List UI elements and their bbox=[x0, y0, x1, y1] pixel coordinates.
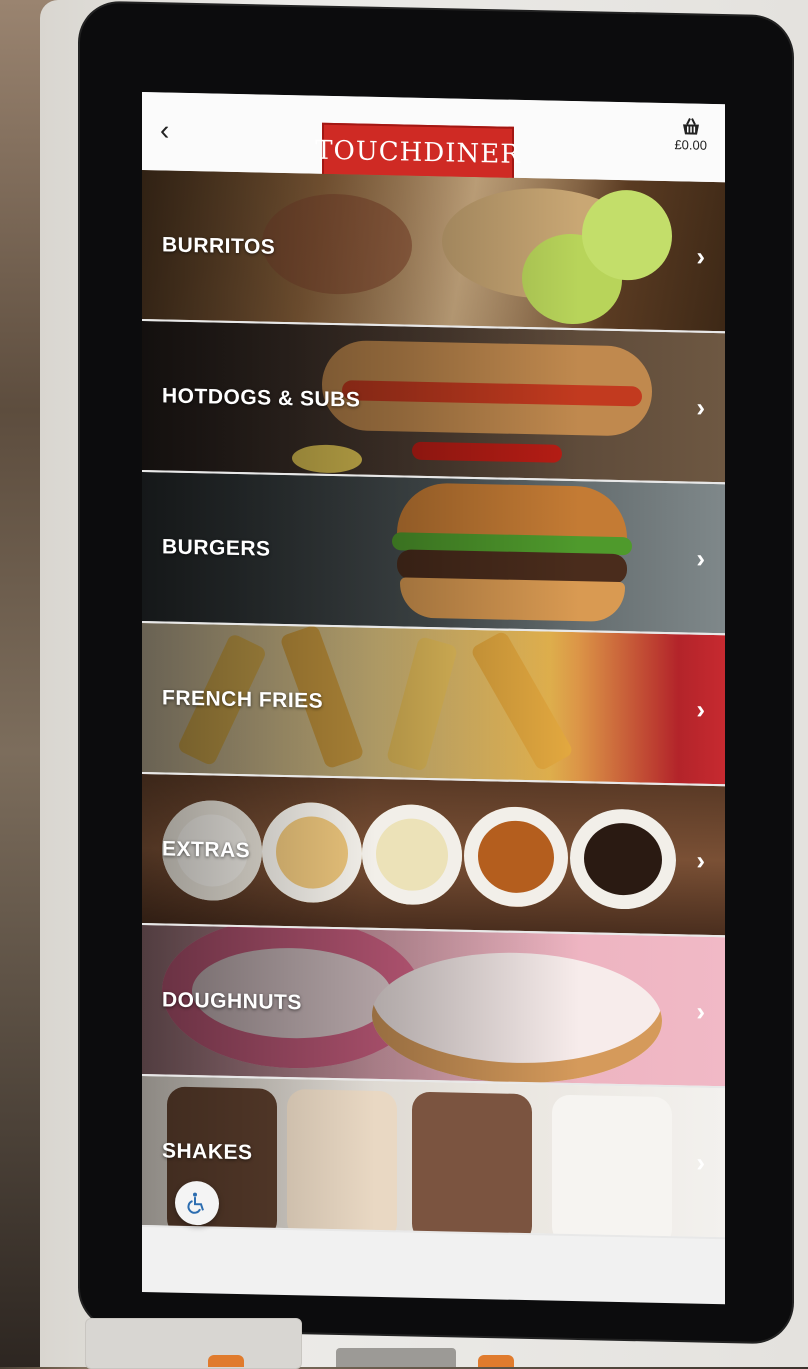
accessibility-button[interactable] bbox=[175, 1180, 219, 1226]
basket-button[interactable]: £0.00 bbox=[674, 117, 707, 153]
chevron-right-icon: › bbox=[696, 240, 705, 271]
category-french-fries[interactable]: FRENCH FRIES › bbox=[142, 623, 725, 787]
chevron-right-icon: › bbox=[696, 693, 705, 724]
category-label: DOUGHNUTS bbox=[162, 987, 302, 1014]
category-hotdogs-subs[interactable]: HOTDOGS & SUBS › bbox=[142, 321, 725, 485]
receipt-slot bbox=[336, 1348, 456, 1367]
chevron-right-icon: › bbox=[696, 995, 705, 1026]
category-shakes[interactable]: SHAKES › bbox=[142, 1076, 725, 1240]
logo-text: TOUCHDINER bbox=[315, 135, 521, 170]
basket-total: £0.00 bbox=[674, 137, 707, 153]
basket-icon bbox=[682, 118, 699, 135]
category-list: BURRITOS › HOTDOGS & SUBS › BURGERS › FR… bbox=[142, 170, 725, 1240]
chevron-left-icon[interactable]: ‹ bbox=[160, 114, 169, 145]
header-bar: ‹ TOUCHDINER £0.00 bbox=[142, 92, 725, 183]
chevron-right-icon: › bbox=[696, 844, 705, 875]
category-label: FRENCH FRIES bbox=[162, 685, 324, 713]
indicator-light bbox=[478, 1355, 514, 1367]
category-burgers[interactable]: BURGERS › bbox=[142, 472, 725, 636]
category-extras[interactable]: EXTRAS › bbox=[142, 774, 725, 938]
category-label: EXTRAS bbox=[162, 836, 251, 862]
chevron-right-icon: › bbox=[696, 391, 705, 422]
category-label: BURRITOS bbox=[162, 232, 276, 259]
category-label: BURGERS bbox=[162, 534, 271, 561]
indicator-light bbox=[208, 1355, 244, 1367]
kiosk-screen: ‹ TOUCHDINER £0.00 BURRITOS › HOTDOGS & … bbox=[142, 92, 725, 1305]
category-doughnuts[interactable]: DOUGHNUTS › bbox=[142, 925, 725, 1089]
category-label: SHAKES bbox=[162, 1138, 253, 1164]
wheelchair-icon bbox=[187, 1192, 204, 1214]
chevron-right-icon: › bbox=[696, 1146, 705, 1177]
card-reader-slot bbox=[85, 1318, 302, 1369]
category-label: HOTDOGS & SUBS bbox=[162, 383, 361, 412]
chevron-right-icon: › bbox=[696, 542, 705, 573]
category-burritos[interactable]: BURRITOS › bbox=[142, 170, 725, 334]
